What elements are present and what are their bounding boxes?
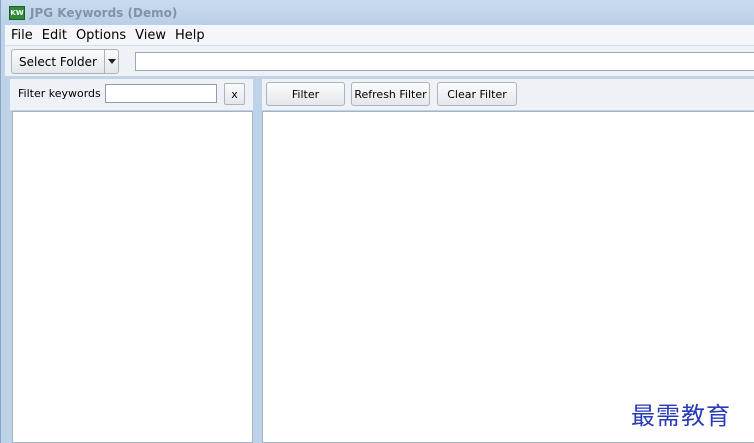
clear-filter-button[interactable]: Clear Filter — [437, 82, 517, 106]
menu-bar: File Edit Options View Help — [5, 25, 754, 46]
filter-keywords-input[interactable] — [105, 84, 217, 103]
filter-keywords-label: Filter keywords — [18, 87, 101, 100]
menu-help[interactable]: Help — [175, 28, 205, 43]
keyword-list[interactable] — [12, 111, 253, 443]
refresh-filter-button[interactable]: Refresh Filter — [351, 82, 430, 106]
menu-options[interactable]: Options — [76, 28, 126, 43]
filter-button[interactable]: Filter — [266, 82, 345, 106]
app-window: KW JPG Keywords (Demo) File Edit Options… — [0, 0, 754, 443]
select-folder-button[interactable]: Select Folder — [11, 49, 119, 74]
folder-path-input[interactable] — [135, 52, 754, 71]
menu-file[interactable]: File — [11, 28, 33, 43]
app-logo-text: KW — [10, 8, 24, 17]
select-folder-dropdown[interactable] — [104, 50, 118, 73]
select-folder-label: Select Folder — [19, 54, 97, 69]
toolbar: Select Folder — [5, 46, 754, 77]
window-title: JPG Keywords (Demo) — [30, 5, 178, 20]
app-logo-icon: KW — [9, 5, 25, 20]
clear-keyword-filter-button[interactable]: x — [224, 83, 245, 105]
filter-actions-bar: Filter Refresh Filter Clear Filter — [262, 79, 754, 110]
menu-edit[interactable]: Edit — [42, 28, 67, 43]
chevron-down-icon — [107, 59, 116, 64]
watermark-text: 最需教育 — [631, 402, 731, 430]
image-file-list[interactable] — [262, 111, 754, 443]
keyword-filter-bar: Filter keywords x — [10, 79, 253, 110]
title-bar[interactable]: KW JPG Keywords (Demo) — [1, 0, 754, 25]
menu-view[interactable]: View — [135, 28, 166, 43]
